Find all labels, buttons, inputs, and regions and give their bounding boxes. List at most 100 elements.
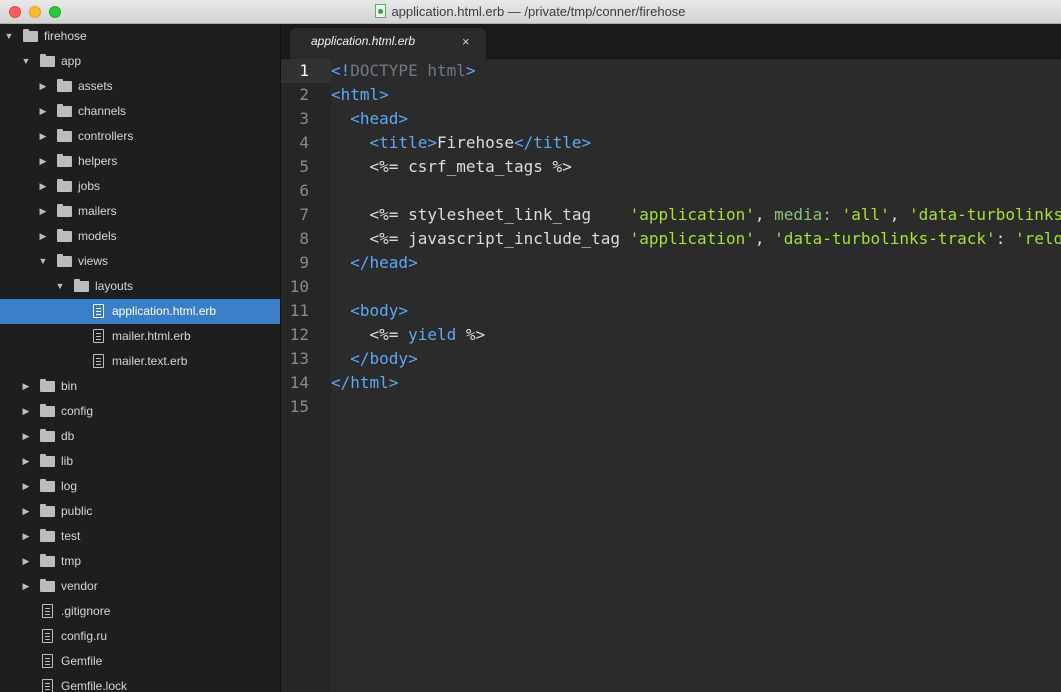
chevron-right-icon[interactable]: ▶ (20, 549, 32, 574)
chevron-right-icon[interactable]: ▶ (20, 374, 32, 399)
file-icon (42, 629, 53, 643)
code-token-key: media: (774, 205, 832, 224)
tree-folder[interactable]: ▼ firehose (0, 24, 280, 49)
tree-folder[interactable]: ▶ mailers (0, 199, 280, 224)
chevron-right-icon[interactable]: ▶ (20, 449, 32, 474)
code-line[interactable]: </head> (331, 251, 417, 275)
code-editor[interactable]: 1 2 3 4 5 6 7 8 9 10 11 12 13 14 15 <!DOCTYPE html> <ht… (281, 59, 1061, 692)
code-token-text: <%= javascript_include_tag (331, 229, 630, 248)
folder-icon (57, 254, 72, 267)
chevron-down-icon[interactable]: ▼ (20, 49, 32, 74)
tree-folder[interactable]: ▶ log (0, 474, 280, 499)
tree-folder[interactable]: ▶ vendor (0, 574, 280, 599)
tree-folder[interactable]: ▶ channels (0, 99, 280, 124)
code-line[interactable]: <head> (331, 107, 408, 131)
code-line[interactable]: </body> (331, 347, 417, 371)
tree-folder[interactable]: ▶ lib (0, 449, 280, 474)
tree-folder[interactable]: ▶ tmp (0, 549, 280, 574)
chevron-right-icon[interactable]: ▶ (20, 574, 32, 599)
chevron-right-icon[interactable]: ▶ (37, 224, 49, 249)
tree-item-label: .gitignore (61, 604, 111, 618)
chevron-right-icon[interactable]: ▶ (20, 524, 32, 549)
code-token-tag: <title> (369, 133, 437, 152)
line-number: 5 (299, 157, 309, 176)
tree-folder[interactable]: ▶ assets (0, 74, 280, 99)
tree-item-label: vendor (61, 579, 98, 593)
tree-item-label: mailers (78, 204, 117, 218)
tree-folder[interactable]: ▶ controllers (0, 124, 280, 149)
tree-item-label: mailer.html.erb (112, 329, 191, 343)
chevron-down-icon[interactable]: ▼ (54, 274, 66, 299)
chevron-right-icon[interactable]: ▶ (20, 499, 32, 524)
folder-icon (57, 154, 72, 167)
code-line[interactable]: <%= yield %> (331, 323, 486, 347)
folder-icon (40, 379, 55, 392)
line-number: 9 (299, 253, 309, 272)
tree-folder[interactable]: ▼ layouts (0, 274, 280, 299)
code-line[interactable]: </html> (331, 371, 398, 395)
code-token-text: <%= stylesheet_link_tag (331, 205, 630, 224)
tree-folder[interactable]: ▼ views (0, 249, 280, 274)
chevron-right-icon[interactable]: ▶ (37, 124, 49, 149)
tree-item-label: assets (78, 79, 113, 93)
chevron-down-icon[interactable]: ▼ (3, 24, 15, 49)
code-line[interactable]: <%= javascript_include_tag 'application'… (331, 227, 1061, 251)
code-token-text: %> (456, 325, 486, 344)
tree-folder[interactable]: ▶ config (0, 399, 280, 424)
chevron-right-icon[interactable]: ▶ (37, 149, 49, 174)
file-icon (42, 654, 53, 668)
chevron-right-icon[interactable]: ▶ (20, 424, 32, 449)
code-line[interactable]: <%= stylesheet_link_tag 'application', m… (331, 203, 1061, 227)
chevron-right-icon[interactable]: ▶ (20, 474, 32, 499)
tree-file[interactable]: .gitignore (0, 599, 280, 624)
tab-close-icon[interactable]: × (462, 28, 470, 55)
line-number: 7 (299, 205, 309, 224)
code-token-text: , (889, 205, 909, 224)
code-line[interactable]: <title>Firehose</title> (331, 131, 592, 155)
code-token-text: , (754, 205, 775, 224)
tree-folder[interactable]: ▶ public (0, 499, 280, 524)
tree-folder[interactable]: ▶ test (0, 524, 280, 549)
tree-item-label: lib (61, 454, 74, 468)
code-token-string: 'application' (629, 205, 755, 224)
tree-file[interactable]: mailer.html.erb (0, 324, 280, 349)
tree-item-label: log (61, 479, 78, 493)
tab-application-html-erb[interactable]: application.html.erb × (290, 28, 486, 59)
line-number: 4 (299, 133, 309, 152)
chevron-right-icon[interactable]: ▶ (37, 174, 49, 199)
window-title: application.html.erb — /private/tmp/conn… (0, 0, 1061, 24)
tree-folder[interactable]: ▼ app (0, 49, 280, 74)
tree-file[interactable]: application.html.erb (0, 299, 280, 324)
tree-item-label: config.ru (61, 629, 108, 643)
line-number: 11 (289, 301, 309, 320)
code-line[interactable]: <%= csrf_meta_tags %> (331, 155, 572, 179)
tree-folder[interactable]: ▶ bin (0, 374, 280, 399)
tree-folder[interactable]: ▶ jobs (0, 174, 280, 199)
chevron-right-icon[interactable]: ▶ (37, 74, 49, 99)
chevron-right-icon[interactable]: ▶ (37, 99, 49, 124)
tree-folder[interactable]: ▶ db (0, 424, 280, 449)
code-token-string: 'application' (629, 229, 755, 248)
window-title-text: application.html.erb — /private/tmp/conn… (391, 4, 686, 19)
tree-file[interactable]: Gemfile (0, 649, 280, 674)
line-number-gutter: 1 2 3 4 5 6 7 8 9 10 11 12 13 14 15 (281, 59, 331, 692)
chevron-down-icon[interactable]: ▼ (37, 249, 49, 274)
file-icon (93, 354, 104, 368)
chevron-right-icon[interactable]: ▶ (37, 199, 49, 224)
tree-file[interactable]: Gemfile.lock (0, 674, 280, 692)
chevron-right-icon[interactable]: ▶ (20, 399, 32, 424)
tree-item-label: bin (61, 379, 78, 393)
code-token-text: : (995, 229, 1015, 248)
tree-file[interactable]: config.ru (0, 624, 280, 649)
tree-item-label: mailer.text.erb (112, 354, 188, 368)
tree-folder[interactable]: ▶ helpers (0, 149, 280, 174)
folder-icon (57, 179, 72, 192)
tree-item-label: app (61, 54, 82, 68)
code-line[interactable]: <!DOCTYPE html> (331, 59, 476, 83)
code-line[interactable]: <body> (331, 299, 408, 323)
code-token-tag: > (465, 61, 476, 80)
code-line[interactable]: <html> (331, 83, 389, 107)
tree-file[interactable]: mailer.text.erb (0, 349, 280, 374)
tree-folder[interactable]: ▶ models (0, 224, 280, 249)
